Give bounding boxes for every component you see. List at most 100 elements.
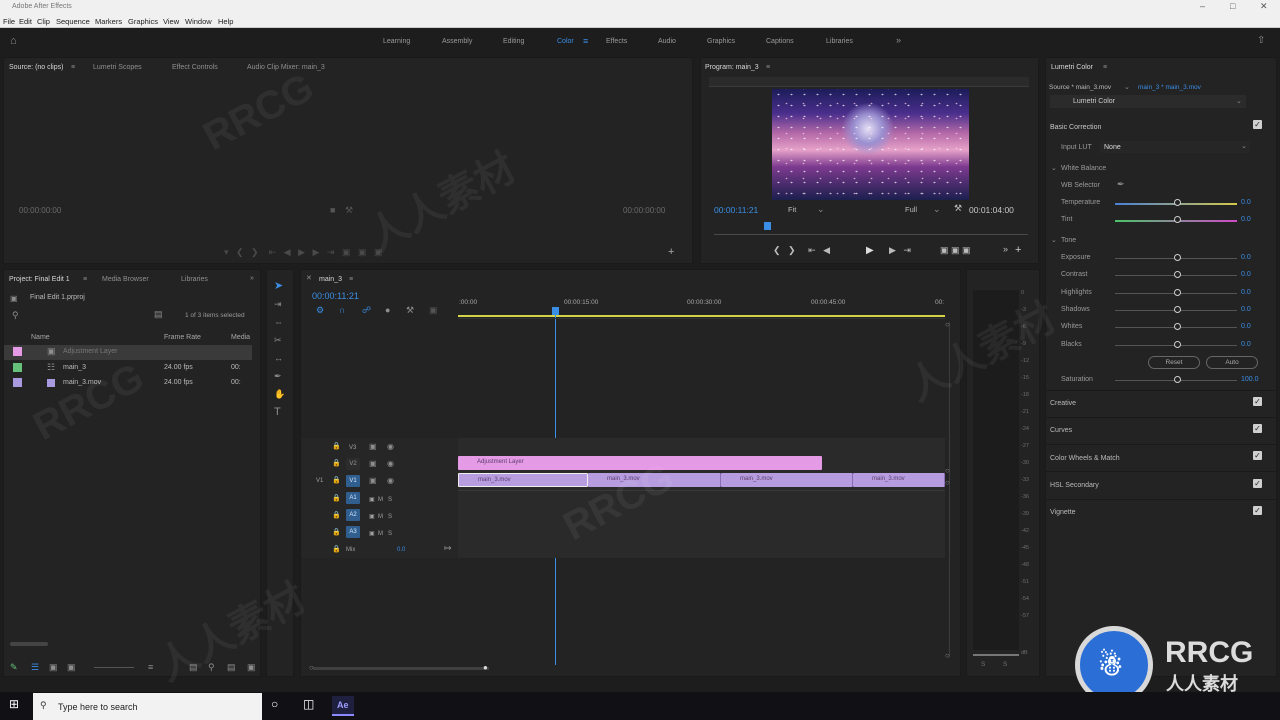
- share-icon[interactable]: ⇧: [1257, 36, 1265, 46]
- source-patch-v1[interactable]: V1: [316, 478, 323, 484]
- workspace-learning[interactable]: Learning: [383, 38, 410, 45]
- slip-tool-icon[interactable]: ↔: [274, 354, 283, 363]
- taskbar-search-placeholder[interactable]: Type here to search: [58, 702, 138, 712]
- lock-icon[interactable]: 🔒: [332, 528, 341, 537]
- shadows-knob[interactable]: [1174, 306, 1181, 313]
- program-quality-dropdown[interactable]: Full: [905, 205, 917, 214]
- program-menu-icon[interactable]: ≡: [766, 63, 770, 72]
- workspace-menu-icon[interactable]: ≡: [583, 37, 588, 46]
- eye-icon[interactable]: ◉: [387, 459, 394, 468]
- shadows-value[interactable]: 0.0: [1241, 306, 1251, 313]
- whites-value[interactable]: 0.0: [1241, 323, 1251, 330]
- snap-icon[interactable]: ∩: [339, 306, 345, 315]
- tint-value[interactable]: 0.0: [1241, 216, 1251, 223]
- input-lut-dropdown[interactable]: [1100, 141, 1250, 153]
- workspace-assembly[interactable]: Assembly: [442, 38, 472, 45]
- cortana-icon[interactable]: ○: [271, 698, 278, 710]
- eyedropper-icon[interactable]: ✒: [1117, 180, 1125, 189]
- scroll-handle-icon[interactable]: ○: [945, 320, 950, 329]
- input-lut-value[interactable]: None: [1104, 144, 1121, 151]
- contrast-value[interactable]: 0.0: [1241, 271, 1251, 278]
- nest-icon[interactable]: ⚙: [316, 306, 324, 315]
- tab-project[interactable]: Project: Final Edit 1: [9, 276, 70, 283]
- lock-icon[interactable]: 🔒: [332, 511, 341, 520]
- column-name[interactable]: Name: [31, 334, 50, 341]
- project-menu-icon[interactable]: ≡: [83, 275, 87, 284]
- effect-chevron-down-icon[interactable]: ⌄: [1236, 97, 1242, 106]
- panel-menu-icon[interactable]: ≡: [71, 63, 75, 72]
- project-item-name[interactable]: main_3.mov: [63, 379, 101, 386]
- source-add-button-icon[interactable]: +: [668, 247, 674, 258]
- program-more-icon[interactable]: »: [1003, 245, 1008, 254]
- timeline-playhead-handle[interactable]: [552, 307, 559, 315]
- project-search-icon[interactable]: ⚲: [12, 311, 19, 320]
- scroll-handle-icon[interactable]: ○: [309, 663, 314, 672]
- color-wheels-checkbox[interactable]: ✓: [1253, 451, 1262, 460]
- hsl-secondary-header[interactable]: HSL Secondary: [1050, 482, 1099, 489]
- vignette-checkbox[interactable]: ✓: [1253, 506, 1262, 515]
- sync-lock-icon[interactable]: ▣: [369, 476, 377, 485]
- workspace-audio[interactable]: Audio: [658, 38, 676, 45]
- list-view-icon[interactable]: ☰: [31, 663, 39, 672]
- track-select-tool-icon[interactable]: ⇥: [274, 300, 282, 309]
- timeline-horizontal-scrollbar[interactable]: [313, 667, 489, 670]
- track-target-v1[interactable]: V1: [346, 475, 360, 487]
- white-balance-header[interactable]: White Balance: [1061, 165, 1106, 172]
- lumetri-menu-icon[interactable]: ≡: [1103, 63, 1107, 72]
- project-scrollbar[interactable]: [10, 642, 48, 646]
- lock-icon[interactable]: 🔒: [332, 494, 341, 503]
- razor-tool-icon[interactable]: ✂: [274, 336, 282, 345]
- effect-name[interactable]: Lumetri Color: [1073, 98, 1115, 105]
- mute-icon[interactable]: ▣ M S: [369, 496, 392, 503]
- tab-timeline[interactable]: main_3: [319, 276, 342, 283]
- creative-checkbox[interactable]: ✓: [1253, 397, 1262, 406]
- v1-clip[interactable]: main_3.mov: [588, 473, 721, 487]
- timeline-close-icon[interactable]: ✕: [306, 274, 312, 283]
- task-view-icon[interactable]: ◫: [303, 698, 314, 710]
- menu-view[interactable]: View: [163, 17, 179, 26]
- after-effects-taskbar-button[interactable]: Ae: [332, 696, 354, 716]
- work-area-bar[interactable]: [458, 315, 945, 317]
- mute-icon[interactable]: ▣ M S: [369, 513, 392, 520]
- mix-end-icon[interactable]: ↦: [444, 544, 452, 553]
- scroll-handle-icon[interactable]: ○: [945, 466, 950, 475]
- program-fit-dropdown[interactable]: Fit: [788, 205, 796, 214]
- highlights-knob[interactable]: [1174, 289, 1181, 296]
- new-item-icon[interactable]: ▣: [247, 663, 256, 672]
- sort-icon[interactable]: ≡: [148, 663, 153, 672]
- saturation-knob[interactable]: [1174, 376, 1181, 383]
- menu-markers[interactable]: Markers: [95, 17, 122, 26]
- solo-right-button[interactable]: S: [1003, 661, 1007, 668]
- home-icon[interactable]: ⌂: [10, 36, 17, 47]
- maximize-icon[interactable]: □: [1230, 1, 1235, 11]
- menu-edit[interactable]: Edit: [19, 17, 32, 26]
- lumetri-target[interactable]: main_3 * main_3.mov: [1138, 84, 1201, 91]
- menu-graphics[interactable]: Graphics: [128, 17, 158, 26]
- adjustment-layer-clip[interactable]: Adjustment Layer: [458, 456, 822, 470]
- contrast-knob[interactable]: [1174, 271, 1181, 278]
- temperature-value[interactable]: 0.0: [1241, 199, 1251, 206]
- ripple-edit-tool-icon[interactable]: ⇔: [274, 318, 283, 327]
- timeline-wrench-icon[interactable]: ⚒: [406, 306, 414, 315]
- source-chevron-down-icon[interactable]: ⌄: [1124, 83, 1130, 92]
- track-target-v2[interactable]: V2: [346, 458, 360, 470]
- taskbar-search[interactable]: ⚲ Type here to search: [33, 693, 262, 720]
- highlights-value[interactable]: 0.0: [1241, 289, 1251, 296]
- solo-left-button[interactable]: S: [981, 661, 985, 668]
- program-timecode[interactable]: 00:00:11:21: [714, 205, 758, 215]
- timeline-timecode[interactable]: 00:00:11:21: [312, 291, 359, 301]
- menu-sequence[interactable]: Sequence: [56, 17, 90, 26]
- selection-tool-icon[interactable]: ➤: [274, 281, 283, 292]
- vignette-header[interactable]: Vignette: [1050, 509, 1076, 516]
- mute-icon[interactable]: ▣ M S: [369, 530, 392, 537]
- menu-help[interactable]: Help: [218, 17, 233, 26]
- scroll-handle-icon[interactable]: ○: [945, 651, 950, 660]
- automate-icon[interactable]: ▤: [189, 663, 198, 672]
- hsl-secondary-checkbox[interactable]: ✓: [1253, 479, 1262, 488]
- tint-knob[interactable]: [1174, 216, 1181, 223]
- minimize-icon[interactable]: –: [1200, 1, 1205, 11]
- pen-tool-icon[interactable]: ✒: [274, 372, 282, 381]
- tab-program[interactable]: Program: main_3: [705, 64, 759, 71]
- blacks-knob[interactable]: [1174, 341, 1181, 348]
- basic-correction-checkbox[interactable]: ✓: [1253, 120, 1262, 129]
